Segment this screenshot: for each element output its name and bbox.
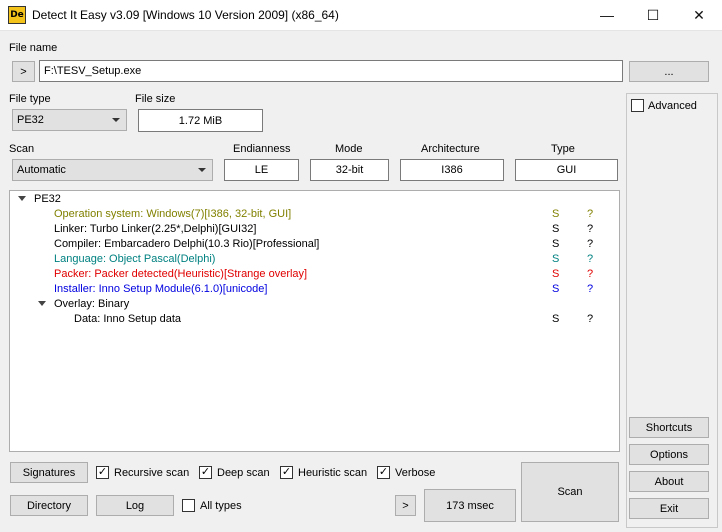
browse-button[interactable]: ...: [629, 61, 709, 82]
scan-button[interactable]: Scan: [521, 462, 619, 522]
maximize-button[interactable]: ☐: [630, 0, 676, 31]
collapse-arrow-icon[interactable]: [18, 196, 26, 201]
tree-item-q: ?: [587, 313, 594, 325]
all-types-label: All types: [200, 500, 242, 512]
tree-item-s: S: [552, 208, 560, 220]
verbose-label: Verbose: [395, 467, 436, 479]
tree-item-q: ?: [587, 268, 594, 280]
scan-label: Scan: [9, 143, 35, 155]
directory-button[interactable]: Directory: [10, 495, 88, 516]
close-button[interactable]: ✕: [676, 0, 722, 31]
tree-item-s: S: [552, 283, 560, 295]
scan-time-display: 173 msec: [424, 489, 516, 522]
recursive-scan-checkbox[interactable]: ✓: [96, 466, 109, 479]
file-type-select[interactable]: PE32: [12, 109, 127, 131]
deep-scan-checkbox[interactable]: ✓: [199, 466, 212, 479]
tree-item-s: S: [552, 238, 560, 250]
tree-item[interactable]: Operation system: Windows(7)[I386, 32-bi…: [54, 207, 291, 222]
file-type-label: File type: [9, 93, 51, 105]
file-path-input[interactable]: F:\TESV_Setup.exe: [39, 60, 623, 82]
architecture-field: I386: [400, 159, 504, 181]
chevron-down-icon: [112, 118, 120, 122]
tree-overlay[interactable]: Overlay: Binary: [54, 297, 129, 312]
mode-label: Mode: [335, 143, 363, 155]
tree-item-q: ?: [587, 223, 594, 235]
tree-item[interactable]: Data: Inno Setup data: [74, 312, 181, 327]
tree-item[interactable]: Installer: Inno Setup Module(6.1.0)[unic…: [54, 282, 267, 297]
file-name-label: File name: [9, 42, 58, 54]
log-button[interactable]: Log: [96, 495, 174, 516]
tree-item-q: ?: [587, 238, 594, 250]
heuristic-scan-checkbox[interactable]: ✓: [280, 466, 293, 479]
deep-scan-label: Deep scan: [217, 467, 270, 479]
tree-item[interactable]: Compiler: Embarcadero Delphi(10.3 Rio)[P…: [54, 237, 319, 252]
tree-item-s: S: [552, 268, 560, 280]
recursive-scan-label: Recursive scan: [114, 467, 190, 479]
tree-item[interactable]: Packer: Packer detected(Heuristic)[Stran…: [54, 267, 307, 282]
open-file-button[interactable]: >: [12, 61, 35, 82]
tree-item[interactable]: Linker: Turbo Linker(2.25*,Delphi)[GUI32…: [54, 222, 256, 237]
file-size-label: File size: [135, 93, 176, 105]
chevron-down-icon: [198, 168, 206, 172]
exit-button[interactable]: Exit: [629, 498, 709, 519]
scan-mode-select[interactable]: Automatic: [12, 159, 213, 181]
architecture-label: Architecture: [421, 143, 480, 155]
tree-root[interactable]: PE32: [34, 192, 61, 207]
mode-field: 32-bit: [310, 159, 389, 181]
about-button[interactable]: About: [629, 471, 709, 492]
type-field: GUI: [515, 159, 618, 181]
all-types-checkbox[interactable]: [182, 499, 195, 512]
more-button[interactable]: >: [395, 495, 416, 516]
endianness-field: LE: [224, 159, 299, 181]
collapse-arrow-icon[interactable]: [38, 301, 46, 306]
advanced-label: Advanced: [648, 100, 697, 112]
file-type-value: PE32: [17, 114, 44, 126]
tree-item-s: S: [552, 313, 560, 325]
tree-item-s: S: [552, 253, 560, 265]
result-tree[interactable]: PE32 Operation system: Windows(7)[I386, …: [9, 190, 620, 452]
file-size-field: 1.72 MiB: [138, 109, 263, 132]
endianness-label: Endianness: [233, 143, 291, 155]
minimize-button[interactable]: —: [584, 0, 630, 31]
app-icon: De: [8, 6, 26, 24]
shortcuts-button[interactable]: Shortcuts: [629, 417, 709, 438]
type-label: Type: [551, 143, 575, 155]
heuristic-scan-label: Heuristic scan: [298, 467, 368, 479]
advanced-checkbox[interactable]: [631, 99, 644, 112]
options-button[interactable]: Options: [629, 444, 709, 465]
scan-mode-value: Automatic: [17, 164, 66, 176]
signatures-button[interactable]: Signatures: [10, 462, 88, 483]
tree-item[interactable]: Language: Object Pascal(Delphi): [54, 252, 215, 267]
window-title: Detect It Easy v3.09 [Windows 10 Version…: [32, 8, 339, 22]
tree-item-s: S: [552, 223, 560, 235]
verbose-checkbox[interactable]: ✓: [377, 466, 390, 479]
tree-item-q: ?: [587, 283, 594, 295]
tree-item-q: ?: [587, 253, 594, 265]
tree-item-q: ?: [587, 208, 594, 220]
